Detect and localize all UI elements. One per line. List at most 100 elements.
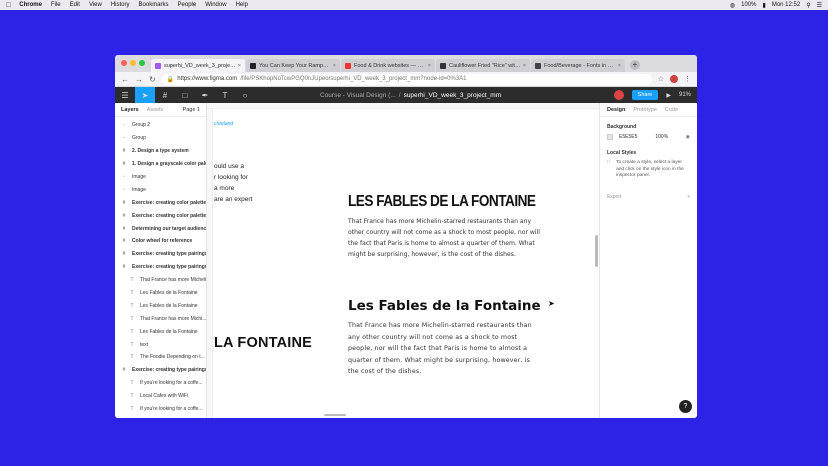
clock[interactable]: Mon 12:52	[772, 2, 800, 8]
more-menu-icon[interactable]: ⋮	[684, 75, 691, 83]
layer-row[interactable]: T That France has more Michelin...	[115, 274, 206, 287]
layer-row[interactable]: T Local Cafes with WiFi	[115, 390, 206, 403]
browser-tab-ramps[interactable]: You Can Keep Your Ramps, Fr... ×	[246, 59, 340, 72]
figma-canvas[interactable]: creeland ould use a r looking for a more…	[207, 103, 599, 418]
cropped-text-line[interactable]: a more	[214, 185, 234, 192]
move-tool-icon[interactable]: ➤	[135, 87, 155, 103]
layer-row[interactable]: T Les Fables de la Fontaine	[115, 287, 206, 300]
reload-icon[interactable]: ↻	[149, 75, 156, 84]
layer-row[interactable]: #1. Design a grayscale color pale...	[115, 158, 206, 171]
layer-row[interactable]: #2. Design a type system	[115, 145, 206, 158]
menu-people[interactable]: People	[178, 2, 197, 8]
close-tab-icon[interactable]: ×	[618, 63, 621, 69]
back-arrow-icon[interactable]: ←	[121, 75, 129, 84]
layer-row[interactable]: T Les Fables de la Fontaine	[115, 325, 206, 338]
browser-tab-food-drink[interactable]: Food & Drink websites — alsc ×	[341, 59, 435, 72]
heading-serif[interactable]: Les Fables de la Fontaine	[348, 298, 541, 314]
shape-tool-icon[interactable]: □	[175, 87, 195, 103]
menu-history[interactable]: History	[111, 2, 130, 8]
control-center-icon[interactable]: ☰	[817, 2, 822, 9]
forward-arrow-icon[interactable]: →	[135, 75, 143, 84]
layer-list: ▫ Group 2 ▫ Group #2. Design a type system #1…	[115, 117, 206, 415]
close-window-button[interactable]	[121, 60, 127, 66]
frame-label[interactable]: creeland	[214, 121, 233, 127]
tab-layers[interactable]: Layers	[121, 107, 139, 113]
battery-percent[interactable]: 100%	[741, 2, 756, 8]
tab-code[interactable]: Code	[665, 107, 678, 113]
layer-row[interactable]: T If you're looking for a coffe...	[115, 403, 206, 416]
menu-help[interactable]: Help	[236, 2, 248, 8]
close-tab-icon[interactable]: ×	[333, 63, 336, 69]
vertical-scrollbar[interactable]	[595, 235, 598, 267]
layer-row[interactable]: # Exercise: creating color palettes	[115, 209, 206, 222]
page-selector[interactable]: Page 1	[183, 107, 200, 113]
zoom-window-button[interactable]	[139, 60, 145, 66]
bookmark-star-icon[interactable]: ☆	[658, 75, 664, 83]
cropped-text-line[interactable]: r looking for	[214, 174, 248, 181]
layer-row[interactable]: # Exercise: creating type pairings	[115, 261, 206, 274]
layer-row[interactable]: ▫ Group 2	[115, 119, 206, 132]
wifi-icon[interactable]: ◍	[730, 2, 735, 9]
layer-row[interactable]: T If you're looking for a coffe...	[115, 377, 206, 390]
cropped-text-line[interactable]: ould use a	[214, 163, 244, 170]
cropped-heading[interactable]: LA FONTAINE	[214, 335, 312, 351]
add-export-icon[interactable]: +	[687, 194, 690, 200]
layer-row[interactable]: T That France has more Michi...	[115, 312, 206, 325]
layer-row[interactable]: T Les Fables de la Fontaine	[115, 299, 206, 312]
menubar-status-area: ◍ 100% ▮ Mon 12:52 ⚲ ☰	[730, 2, 822, 9]
layer-row[interactable]: ▫ Image	[115, 171, 206, 184]
layer-row[interactable]: # Exercise: creating color palettes	[115, 196, 206, 209]
browser-tab-figma[interactable]: superhi_VD_week_3_project_mm ×	[151, 59, 245, 72]
cropped-text-line[interactable]: are an expert	[214, 196, 252, 203]
close-tab-icon[interactable]: ×	[523, 63, 526, 69]
tab-design[interactable]: Design	[607, 107, 625, 113]
layer-row[interactable]: # Color wheel for reference	[115, 235, 206, 248]
eye-icon[interactable]: ◉	[686, 134, 690, 140]
body-paragraph[interactable]: That France has more Michelin-starred re…	[348, 216, 540, 260]
bg-color-value[interactable]: E5E5E5	[619, 134, 637, 140]
layer-row[interactable]: # Determining our target audience	[115, 222, 206, 235]
bg-opacity-value[interactable]: 100%	[655, 134, 668, 140]
apple-icon[interactable]: 	[6, 2, 11, 9]
close-tab-icon[interactable]: ×	[238, 63, 241, 69]
layer-row[interactable]: # Exercise: creating type pairings	[115, 248, 206, 261]
layer-row[interactable]: ▫ Group	[115, 132, 206, 145]
color-swatch[interactable]	[607, 134, 613, 140]
help-button[interactable]: ?	[679, 400, 692, 413]
layer-row[interactable]: T The Foodie Depending on t...	[115, 351, 206, 364]
text-tool-icon[interactable]: T	[215, 87, 235, 103]
layer-row[interactable]: Ttext	[115, 338, 206, 351]
heading-condensed[interactable]: LES FABLES DE LA FONTAINE	[348, 193, 536, 211]
frame-tool-icon[interactable]: #	[155, 87, 175, 103]
search-icon[interactable]: ⚲	[806, 2, 810, 9]
layer-label: 1. Design a grayscale color pale...	[132, 161, 206, 168]
figma-menu-icon[interactable]: ☰	[115, 87, 135, 103]
user-avatar[interactable]	[613, 90, 624, 100]
battery-icon[interactable]: ▮	[763, 2, 766, 9]
document-title[interactable]: Course - Visual Design (... / superhi_VD…	[320, 87, 501, 103]
browser-tab-fonts-in-use[interactable]: Food/Beverage - Fonts in Use ×	[531, 59, 625, 72]
tab-assets[interactable]: Assets	[147, 107, 164, 113]
menu-chrome[interactable]: Chrome	[19, 2, 42, 8]
layer-row[interactable]: ▫ Image	[115, 183, 206, 196]
minimize-window-button[interactable]	[130, 60, 136, 66]
zoom-dropdown[interactable]: 91%	[679, 92, 691, 98]
pen-tool-icon[interactable]: ✒	[195, 87, 215, 103]
menu-bookmarks[interactable]: Bookmarks	[139, 2, 169, 8]
menu-window[interactable]: Window	[205, 2, 226, 8]
menu-file[interactable]: File	[51, 2, 61, 8]
menu-edit[interactable]: Edit	[70, 2, 80, 8]
share-button[interactable]: Share	[631, 90, 659, 100]
layer-row[interactable]: # Exercise: creating type pairings	[115, 364, 206, 377]
new-tab-button[interactable]: +	[630, 60, 640, 70]
menu-view[interactable]: View	[89, 2, 102, 8]
comment-tool-icon[interactable]: ○	[235, 87, 255, 103]
profile-avatar[interactable]	[670, 75, 678, 83]
body-paragraph[interactable]: That France has more Michelin-starred re…	[348, 320, 538, 378]
url-field[interactable]: 🔒 https://www.figma.com/file/PSKhopNoTcw…	[161, 73, 652, 85]
horizontal-scrollbar[interactable]	[324, 414, 346, 416]
tab-prototype[interactable]: Prototype	[633, 107, 657, 113]
present-play-icon[interactable]: ▶	[666, 92, 671, 99]
close-tab-icon[interactable]: ×	[428, 63, 431, 69]
browser-tab-cauliflower[interactable]: Cauliflower Fried "Rice" with C ×	[436, 59, 530, 72]
